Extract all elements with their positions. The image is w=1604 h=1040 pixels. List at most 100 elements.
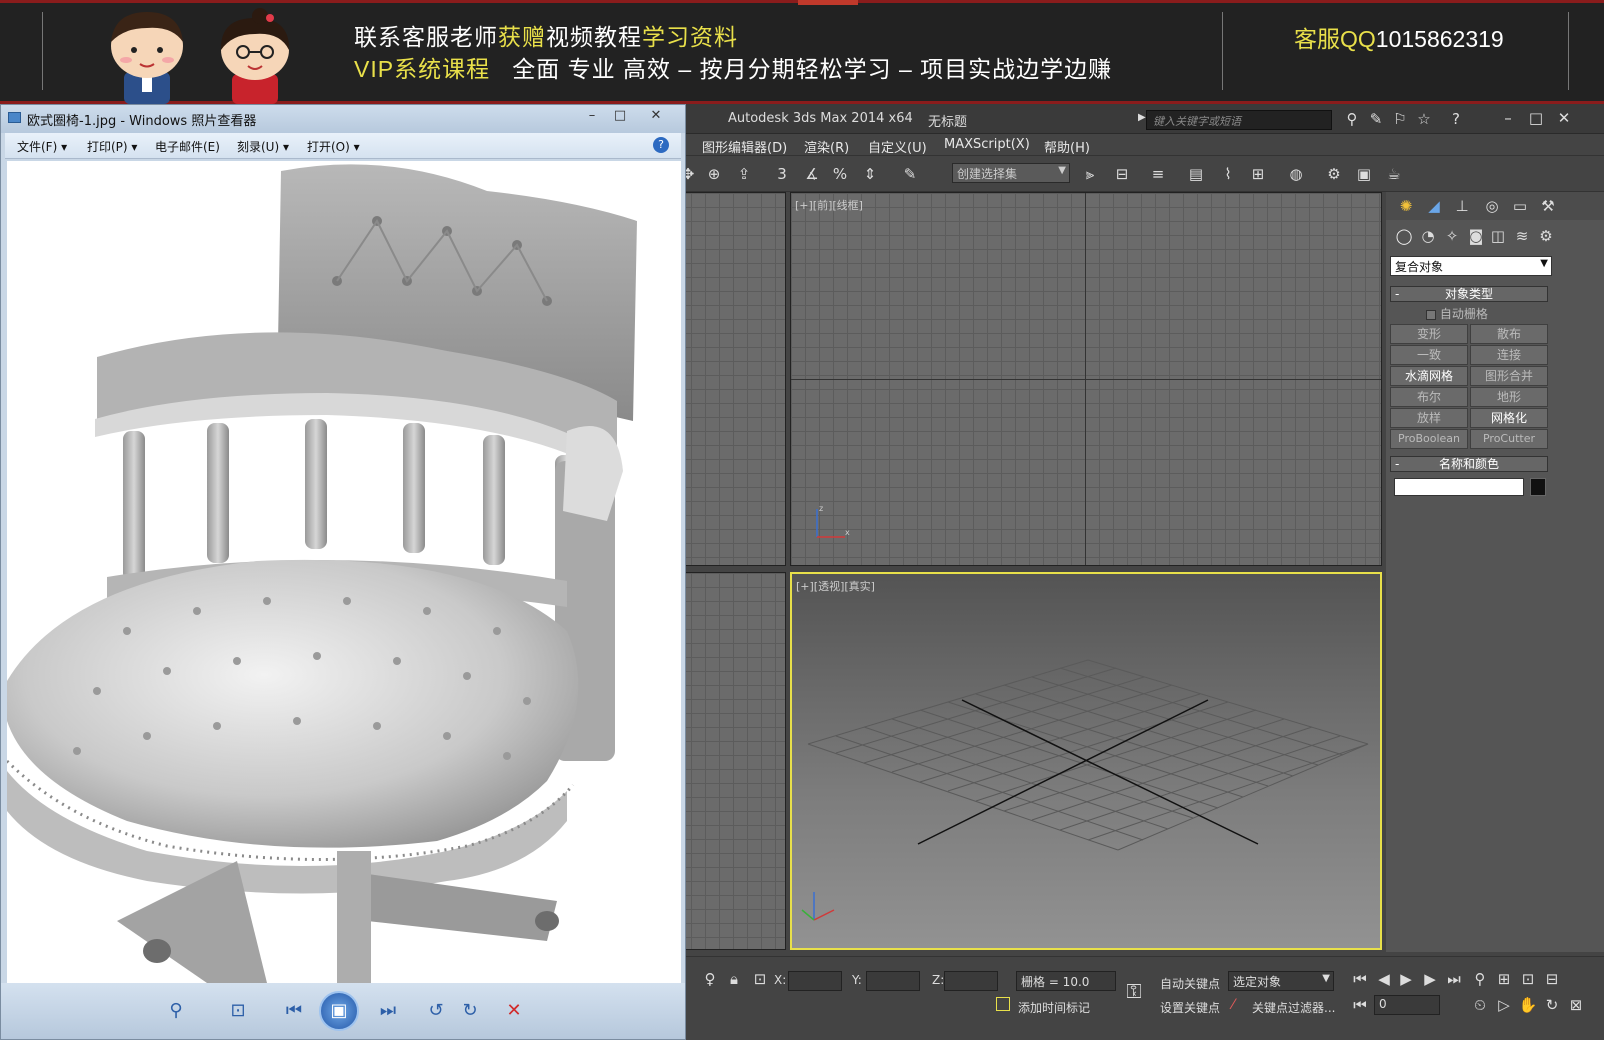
percent-snap-icon[interactable]: % bbox=[828, 162, 852, 186]
auto-key-button[interactable]: 自动关键点 bbox=[1160, 975, 1220, 992]
rollout-object-type[interactable]: - 对象类型 bbox=[1390, 286, 1548, 302]
spacewarps-icon[interactable]: ≋ bbox=[1510, 224, 1534, 248]
minimize-icon[interactable]: – bbox=[1496, 106, 1520, 130]
loft-button[interactable]: 放样 bbox=[1390, 408, 1468, 428]
time-tag-icon[interactable] bbox=[996, 997, 1010, 1011]
schematic-icon[interactable]: ⊞ bbox=[1246, 162, 1270, 186]
snap-3d-icon[interactable]: 3 bbox=[770, 162, 794, 186]
key-icon[interactable]: ⚿ bbox=[1122, 979, 1146, 1003]
blobmesh-button[interactable]: 水滴网格 bbox=[1390, 366, 1468, 386]
max-search-input[interactable]: 键入关键字或短语 bbox=[1146, 110, 1332, 130]
object-color-swatch[interactable] bbox=[1530, 478, 1546, 496]
layer-icon[interactable]: ≡ bbox=[1146, 162, 1170, 186]
add-time-tag[interactable]: 添加时间标记 bbox=[1018, 999, 1090, 1016]
pan-icon[interactable]: ✋ bbox=[1516, 993, 1540, 1017]
scatter-button[interactable]: 散布 bbox=[1470, 324, 1548, 344]
go-to-start-icon[interactable]: ⏮ bbox=[1348, 967, 1372, 991]
key-filter-icon[interactable]: ⁄ bbox=[1232, 997, 1234, 1013]
mesher-button[interactable]: 网格化 bbox=[1470, 408, 1548, 428]
x-coordinate-field[interactable] bbox=[788, 971, 842, 991]
menu-file[interactable]: 文件(F) ▾ bbox=[17, 138, 67, 155]
proboolean-button[interactable]: ProBoolean bbox=[1390, 429, 1468, 449]
pivot-icon[interactable]: ⊕ bbox=[702, 162, 726, 186]
cameras-icon[interactable]: ◙ bbox=[1464, 224, 1488, 248]
procutter-button[interactable]: ProCutter bbox=[1470, 429, 1548, 449]
key-mode-icon[interactable]: ⏮ bbox=[1348, 993, 1372, 1017]
tools-icon[interactable]: ✎ bbox=[1364, 107, 1388, 131]
utilities-tab-icon[interactable]: ⚒ bbox=[1536, 194, 1560, 218]
viewport-top-left[interactable] bbox=[676, 192, 786, 566]
maximize-icon[interactable]: □ bbox=[607, 107, 633, 125]
next-frame-icon[interactable]: ▶ bbox=[1418, 967, 1442, 991]
rotate-left-icon[interactable]: ↺ bbox=[421, 997, 451, 1025]
menu-open[interactable]: 打开(O) ▾ bbox=[307, 138, 360, 155]
morph-button[interactable]: 变形 bbox=[1390, 324, 1468, 344]
menu-customize[interactable]: 自定义(U) bbox=[868, 137, 927, 156]
teapot-icon[interactable]: ☕ bbox=[1382, 162, 1406, 186]
fov-icon[interactable]: ▷ bbox=[1492, 993, 1516, 1017]
play-icon[interactable]: ▶ bbox=[1394, 967, 1418, 991]
binoculars-icon[interactable]: ⚲ bbox=[1340, 107, 1364, 131]
orbit-icon[interactable]: ↻ bbox=[1540, 993, 1564, 1017]
next-icon[interactable]: ⏭ bbox=[373, 997, 403, 1025]
key-filters-button[interactable]: 关键点过滤器... bbox=[1252, 999, 1335, 1016]
systems-icon[interactable]: ⚙ bbox=[1534, 224, 1558, 248]
abs-mode-icon[interactable]: ⊡ bbox=[748, 967, 772, 991]
delete-icon[interactable]: ✕ bbox=[499, 997, 529, 1025]
set-key-button[interactable]: 设置关键点 bbox=[1160, 999, 1220, 1016]
menu-print[interactable]: 打印(P) ▾ bbox=[87, 138, 137, 155]
auto-grid-checkbox[interactable] bbox=[1426, 309, 1436, 320]
edit-named-sel-icon[interactable]: ✎ bbox=[898, 162, 922, 186]
menu-burn[interactable]: 刻录(U) ▾ bbox=[237, 138, 289, 155]
viewport-front[interactable]: [+][前][线框] z x bbox=[790, 192, 1382, 566]
boolean-button[interactable]: 布尔 bbox=[1390, 387, 1468, 407]
material-editor-icon[interactable]: ◍ bbox=[1284, 162, 1308, 186]
align-icon[interactable]: ⊟ bbox=[1110, 162, 1134, 186]
lights-icon[interactable]: ✧ bbox=[1440, 224, 1464, 248]
conform-button[interactable]: 一致 bbox=[1390, 345, 1468, 365]
menu-email[interactable]: 电子邮件(E) bbox=[155, 138, 220, 155]
menu-help[interactable]: 帮助(H) bbox=[1044, 137, 1090, 156]
viewport-label[interactable]: [+][前][线框] bbox=[795, 197, 863, 213]
help-icon[interactable]: ? bbox=[1444, 107, 1468, 131]
object-name-input[interactable] bbox=[1394, 478, 1524, 496]
maximize-viewport-icon[interactable]: ⊠ bbox=[1564, 993, 1588, 1017]
lock-icon[interactable]: 🔒︎ bbox=[722, 967, 746, 991]
render-setup-icon[interactable]: ⚙ bbox=[1322, 162, 1346, 186]
favorite-star-icon[interactable]: ☆ bbox=[1412, 107, 1436, 131]
viewport-perspective[interactable]: [+][透视][真实] bbox=[790, 572, 1382, 950]
menu-maxscript[interactable]: MAXScript(X) bbox=[944, 137, 1030, 152]
person-icon[interactable]: ⚐ bbox=[1388, 107, 1412, 131]
current-frame-field[interactable]: 0 bbox=[1374, 995, 1440, 1015]
minimize-icon[interactable]: – bbox=[579, 107, 605, 125]
spinner-snap-icon[interactable]: ⇕ bbox=[858, 162, 882, 186]
modify-tab-icon[interactable]: ◢ bbox=[1422, 194, 1446, 218]
close-icon[interactable]: ✕ bbox=[643, 107, 669, 125]
category-dropdown[interactable]: 复合对象 ▼ bbox=[1390, 256, 1552, 276]
actual-size-icon[interactable]: ⊡ bbox=[223, 997, 253, 1025]
zoom-icon[interactable]: ⚲ bbox=[1468, 967, 1492, 991]
menu-graph-editors[interactable]: 图形编辑器(D) bbox=[702, 137, 787, 156]
search-expand-icon[interactable]: ▶ bbox=[1138, 112, 1146, 123]
hierarchy-tab-icon[interactable]: ⊥ bbox=[1450, 194, 1474, 218]
z-coordinate-field[interactable] bbox=[944, 971, 998, 991]
zoom-all-icon[interactable]: ⊞ bbox=[1492, 967, 1516, 991]
y-coordinate-field[interactable] bbox=[866, 971, 920, 991]
shapes-icon[interactable]: ◔ bbox=[1416, 224, 1440, 248]
mirror-icon[interactable]: ⫸ bbox=[1078, 162, 1102, 186]
zoom-extents-icon[interactable]: ⊡ bbox=[1516, 967, 1540, 991]
angle-snap-icon[interactable]: ∡ bbox=[800, 162, 824, 186]
time-config-icon[interactable]: ⏲ bbox=[1468, 993, 1492, 1017]
geometry-icon[interactable]: ◯ bbox=[1392, 224, 1416, 248]
prev-frame-icon[interactable]: ◀ bbox=[1372, 967, 1396, 991]
previous-icon[interactable]: ⏮ bbox=[279, 997, 309, 1025]
create-tab-icon[interactable]: ✺ bbox=[1394, 194, 1418, 218]
motion-tab-icon[interactable]: ◎ bbox=[1480, 194, 1504, 218]
zoom-icon[interactable]: ⚲ bbox=[161, 997, 191, 1025]
connect-button[interactable]: 连接 bbox=[1470, 345, 1548, 365]
key-mode-dropdown[interactable]: 选定对象 ▼ bbox=[1228, 971, 1334, 991]
helpers-icon[interactable]: ◫ bbox=[1486, 224, 1510, 248]
zoom-extents-all-icon[interactable]: ⊟ bbox=[1540, 967, 1564, 991]
go-to-end-icon[interactable]: ⏭ bbox=[1442, 967, 1466, 991]
curve-editor-icon[interactable]: ⌇ bbox=[1216, 162, 1240, 186]
